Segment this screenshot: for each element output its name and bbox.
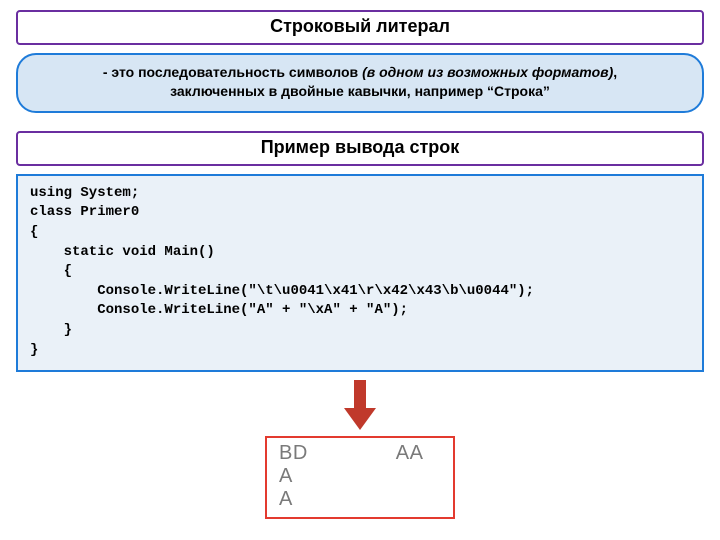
title-example-output: Пример вывода строк bbox=[16, 131, 704, 166]
definition-text-1: - это последовательность символов bbox=[103, 64, 362, 80]
arrow-container bbox=[16, 378, 704, 432]
output-line-1: BD AA bbox=[279, 442, 443, 465]
output-line-3: A bbox=[279, 488, 443, 511]
definition-box: - это последовательность символов (в одн… bbox=[16, 53, 704, 113]
output-line-2: A bbox=[279, 465, 443, 488]
output-bd: BD bbox=[279, 442, 308, 464]
definition-text-2: заключенных в двойные кавычки, например … bbox=[170, 83, 550, 99]
arrow-down-icon bbox=[342, 378, 378, 432]
code-example: using System; class Primer0 { static voi… bbox=[16, 174, 704, 372]
output-aa: AA bbox=[396, 442, 424, 464]
console-output-box: BD AA A A bbox=[265, 436, 455, 519]
definition-comma: , bbox=[613, 64, 617, 80]
title-string-literal: Строковый литерал bbox=[16, 10, 704, 45]
definition-italic: (в одном из возможных форматов) bbox=[362, 64, 613, 80]
